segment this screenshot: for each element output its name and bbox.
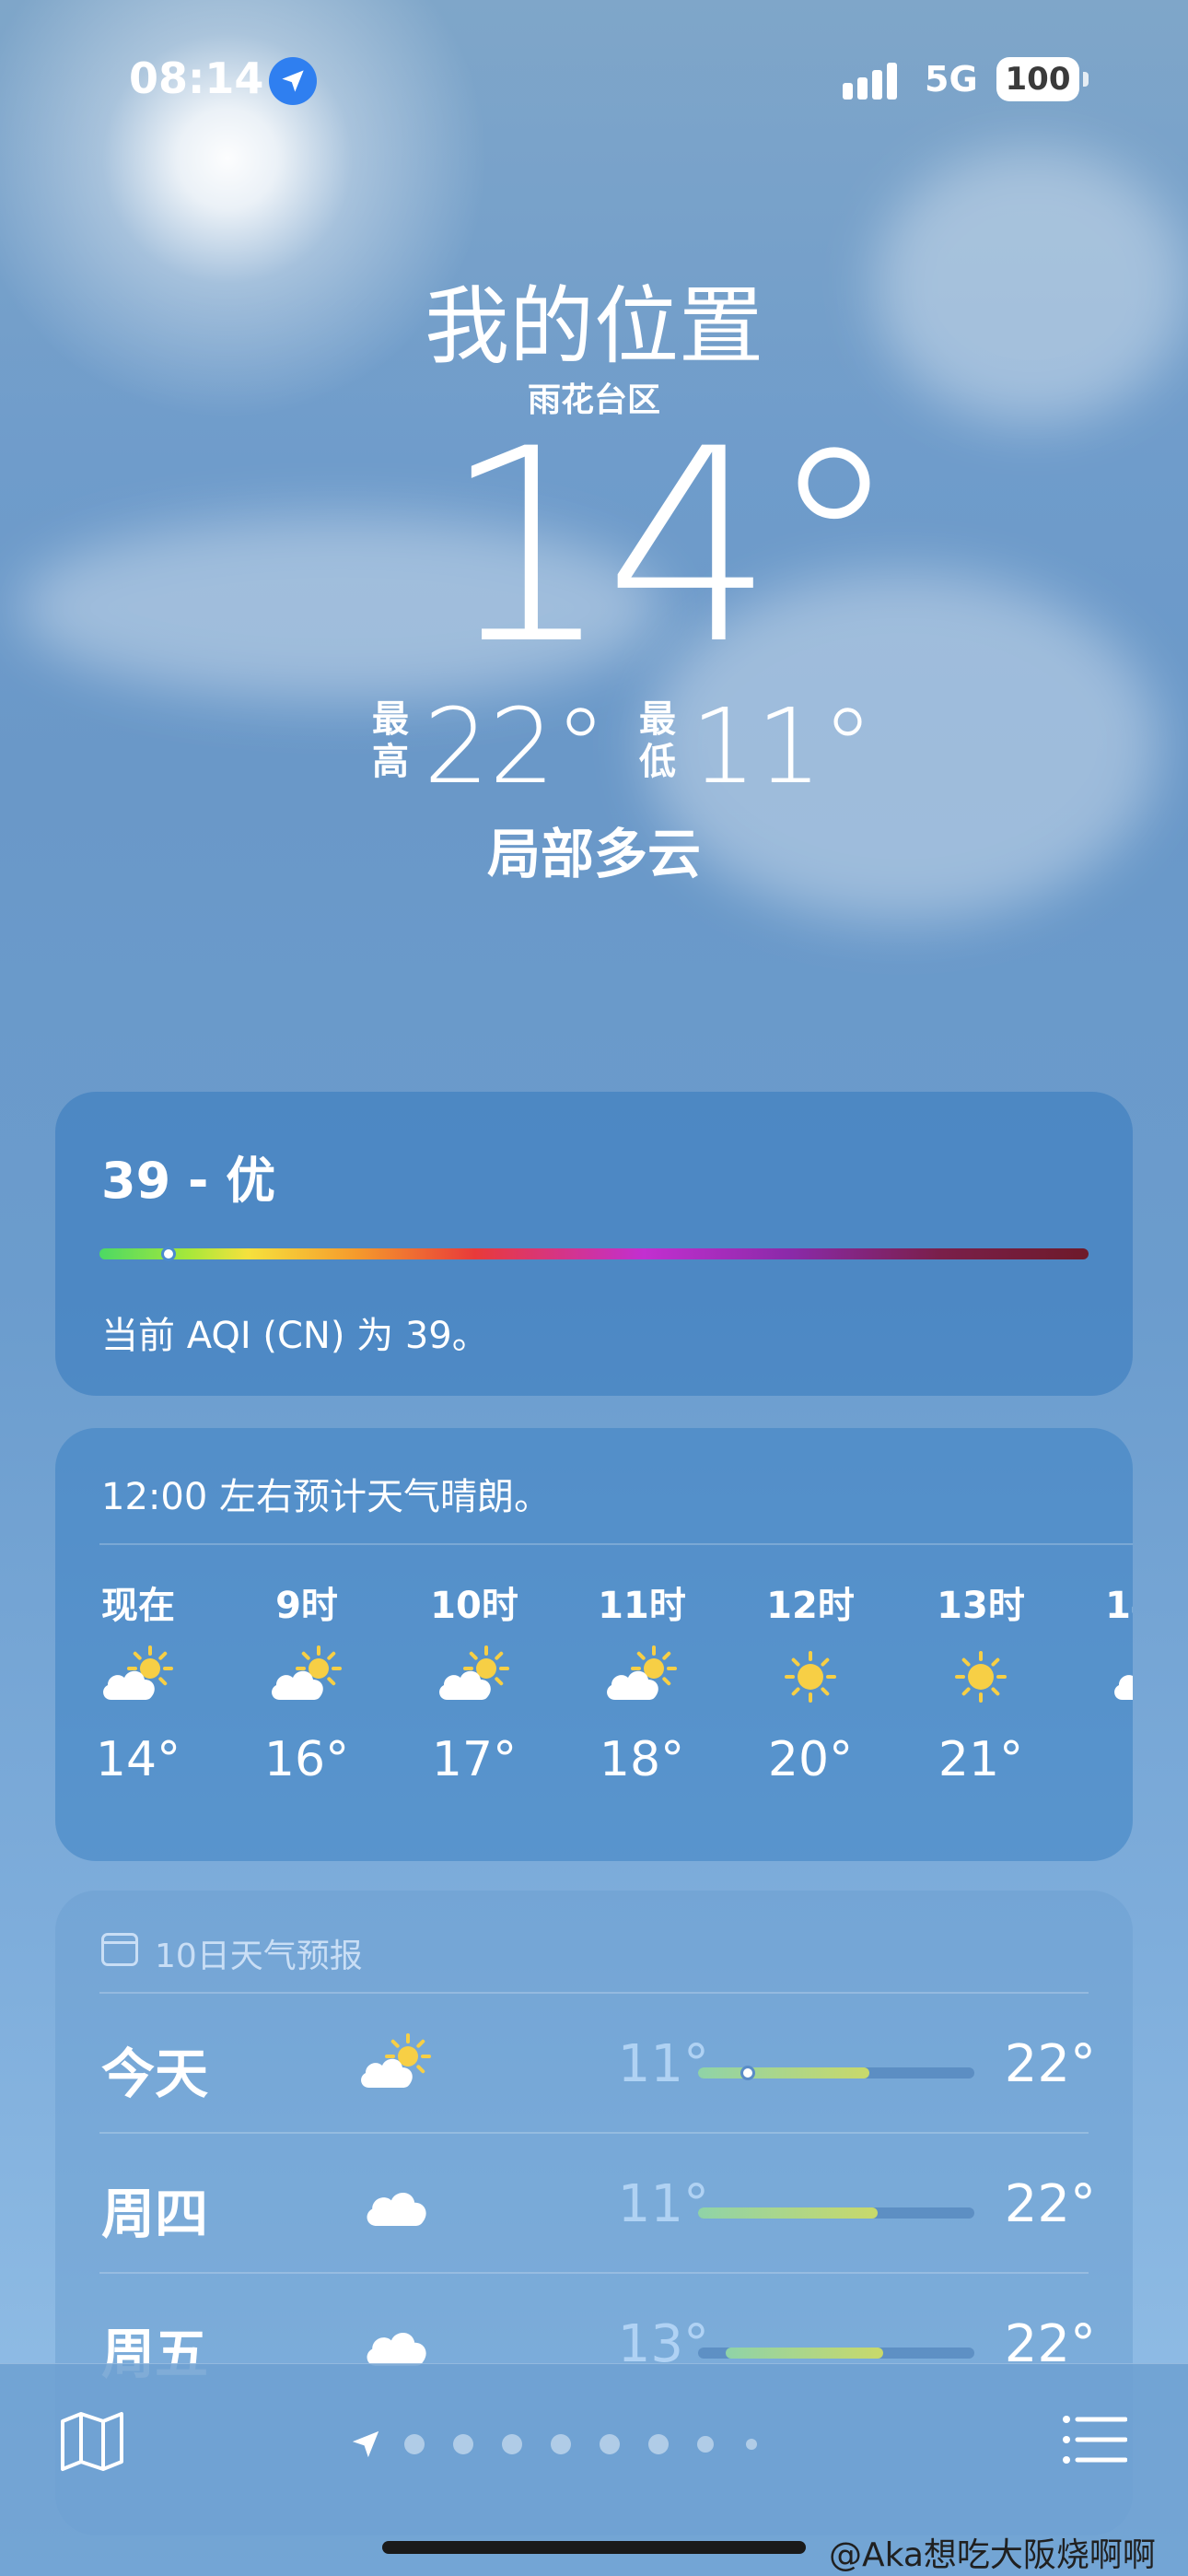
sun-icon <box>939 1645 1022 1709</box>
list-icon[interactable] <box>1061 2412 1128 2467</box>
location-title: 我的位置 <box>424 277 763 376</box>
aqi-scale-bar <box>99 1248 1089 1259</box>
battery-icon: 100 <box>996 57 1079 101</box>
low-temperature: 11° <box>691 687 874 807</box>
forecast-low-temp: 11° <box>617 2034 709 2094</box>
page-dot[interactable] <box>697 2436 714 2453</box>
signal-icon <box>843 61 907 100</box>
divider <box>99 1543 1133 1545</box>
hourly-forecast-card[interactable]: 12:00 左右预计天气晴朗。 现在 14° 9时 16° 10时 17° 11时 18° 12… <box>55 1428 1133 1861</box>
hour-label: 9时 <box>275 1585 338 1627</box>
forecast-day-name: 周四 <box>101 2183 209 2245</box>
watermark: @Aka想吃大阪烧啊啊 <box>829 2536 1156 2574</box>
page-dot[interactable] <box>453 2434 473 2454</box>
aqi-card[interactable]: 39 - 优 当前 AQI (CN) 为 39。 <box>55 1092 1133 1396</box>
temperature-range-fill <box>698 2067 869 2078</box>
hour-label: 现在 <box>101 1585 175 1627</box>
status-time: 08:14 <box>129 53 264 103</box>
page-dot[interactable] <box>600 2434 620 2454</box>
forecast-day-row[interactable]: 今天 11° 22° <box>55 1994 1133 2132</box>
page-dot[interactable] <box>404 2434 425 2454</box>
current-temperature: 14° <box>442 392 901 703</box>
calendar-icon <box>101 1933 138 1966</box>
high-label: 最高 <box>372 698 409 783</box>
current-location-icon[interactable] <box>350 2429 381 2464</box>
hour-temperature: 20° <box>767 1732 854 1787</box>
hour-temperature: 17° <box>431 1732 518 1787</box>
battery-tip <box>1083 72 1089 87</box>
network-type: 5G <box>925 59 978 100</box>
page-dot[interactable] <box>648 2434 669 2454</box>
hour-label: 10时 <box>430 1585 518 1627</box>
hour-label: 13时 <box>937 1585 1025 1627</box>
low-label: 最低 <box>639 698 676 783</box>
forecast-low-temp: 11° <box>617 2174 709 2234</box>
hour-temperature: 16° <box>263 1732 350 1787</box>
hour-temperature: 18° <box>599 1732 685 1787</box>
forecast-day-row[interactable]: 周四 11° 22° <box>55 2134 1133 2272</box>
location-arrow-icon <box>269 57 317 105</box>
temperature-range-fill <box>726 2348 883 2359</box>
temperature-range-track <box>698 2066 974 2080</box>
hour-label: 11时 <box>598 1585 686 1627</box>
home-indicator[interactable] <box>382 2541 806 2554</box>
hour-temperature: 21° <box>938 1732 1024 1787</box>
forecast-day-name: 今天 <box>101 2043 209 2105</box>
partly-sunny-icon <box>265 1645 348 1709</box>
page-dot[interactable] <box>502 2434 522 2454</box>
aqi-value: 39 - 优 <box>101 1152 276 1210</box>
forecast-high-temp: 22° <box>1004 2174 1096 2234</box>
hour-label: 14时 <box>1105 1585 1133 1627</box>
hourly-item: 14时 2 <box>1076 1575 1133 1833</box>
hourly-item: 现在 14° <box>64 1575 212 1833</box>
aqi-description: 当前 AQI (CN) 为 39。 <box>101 1315 489 1357</box>
hour-temperature: 2 <box>1076 1732 1133 1787</box>
high-temperature: 22° <box>424 687 607 807</box>
hourly-item: 13时 21° <box>907 1575 1054 1833</box>
hourly-item: 12时 20° <box>737 1575 884 1833</box>
hourly-item: 9时 16° <box>233 1575 380 1833</box>
partly-sunny-icon <box>600 1645 683 1709</box>
partly-sunny-icon <box>1108 1645 1133 1709</box>
page-indicator[interactable] <box>350 2419 838 2465</box>
hourly-summary: 12:00 左右预计天气晴朗。 <box>101 1476 551 1518</box>
partly-sunny-icon <box>433 1645 516 1709</box>
temperature-range-fill <box>698 2207 878 2219</box>
forecast-high-temp: 22° <box>1004 2034 1096 2094</box>
temperature-range-track <box>698 2348 974 2359</box>
hour-label: 12时 <box>766 1585 855 1627</box>
partly-sunny-icon <box>355 2032 437 2097</box>
cloud-icon <box>355 2172 437 2237</box>
hourly-item: 10时 17° <box>401 1575 548 1833</box>
map-icon[interactable] <box>59 2410 125 2473</box>
weather-condition: 局部多云 <box>486 823 701 885</box>
page-dot[interactable] <box>551 2434 571 2454</box>
forecast-header-label: 10日天气预报 <box>155 1938 363 1975</box>
hour-temperature: 14° <box>95 1732 181 1787</box>
sun-icon <box>769 1645 852 1709</box>
hourly-item: 11时 18° <box>568 1575 716 1833</box>
current-temp-marker <box>740 2066 755 2080</box>
partly-sunny-icon <box>97 1645 180 1709</box>
temperature-range-track <box>698 2207 974 2219</box>
page-dot[interactable] <box>746 2439 757 2450</box>
